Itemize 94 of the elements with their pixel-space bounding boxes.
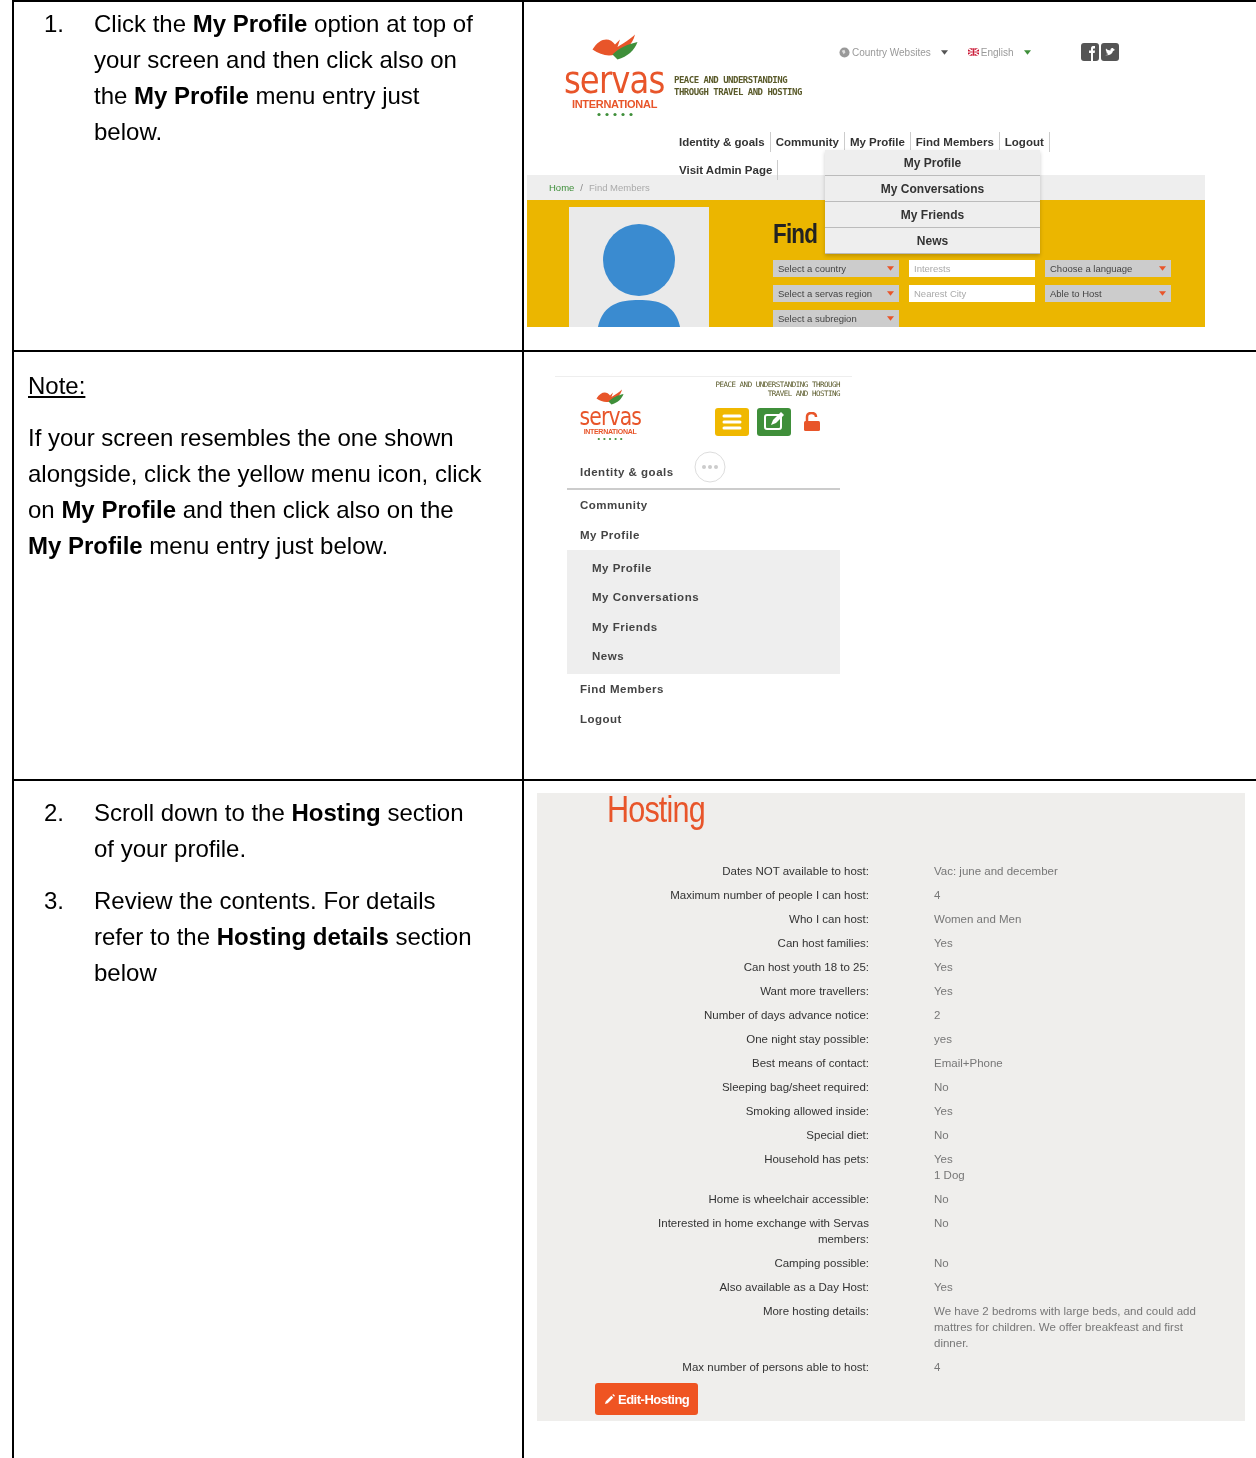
field-label: Dates NOT available to host:: [721, 864, 869, 879]
step-number: 1.: [44, 9, 65, 39]
caret-icon: [887, 266, 894, 271]
field-value: 4: [934, 888, 942, 903]
field-label: Camping possible:: [773, 1256, 869, 1271]
field-label: Who I can host:: [788, 912, 869, 927]
nav-link[interactable]: Identity & goals: [674, 132, 771, 152]
caret-icon[interactable]: [1023, 49, 1031, 55]
logo-subtitle: INTERNATIONAL: [571, 98, 658, 110]
text-field[interactable]: Nearest City: [909, 285, 1035, 302]
field-label: Number of days advance notice:: [703, 1008, 869, 1023]
dropdown-field[interactable]: Choose a language: [1045, 260, 1171, 277]
field-label: Best means of contact:: [751, 1056, 869, 1071]
field-value: Yes: [934, 960, 954, 975]
menu-item[interactable]: Identity & goals: [567, 466, 674, 478]
field-value: Vac: june and december: [934, 864, 1059, 879]
flag-icon: [967, 48, 979, 56]
caret-icon: [887, 316, 894, 321]
field-value: Yes: [934, 1280, 954, 1295]
edit-icon[interactable]: [757, 408, 791, 436]
field-label: Sleeping bag/sheet required:: [720, 1080, 869, 1095]
field-value: yes: [934, 1032, 953, 1047]
field-label: Want more travellers:: [759, 984, 869, 999]
field-value: 1 Dog: [934, 1168, 966, 1183]
section-title: Hosting: [607, 793, 706, 832]
submenu-item[interactable]: My Conversations: [567, 582, 840, 612]
page-heading: Find: [773, 218, 818, 251]
pencil-icon: [604, 1393, 615, 1405]
unlocked-padlock-icon[interactable]: [803, 412, 821, 432]
text-field[interactable]: Interests: [909, 260, 1035, 277]
logo-text: servas: [579, 406, 641, 428]
menu-item[interactable]: My Profile: [567, 529, 640, 541]
field-value: No: [934, 1128, 950, 1143]
field-value: No: [934, 1080, 950, 1095]
menu-item[interactable]: News: [825, 228, 1040, 254]
field-label: Special diet:: [805, 1128, 869, 1143]
field-label: More hosting details:: [761, 1304, 869, 1319]
step-number: 2.: [44, 798, 65, 828]
note-text: If your screen resembles the one shown alongside, click the yellow menu icon, click on My Profile and then click also on the My Profile menu entry just below.: [28, 423, 483, 561]
tagline: PEACE AND UNDERSTANDING THROUGH TRAVEL AND HOSTING: [674, 74, 803, 99]
submenu-item[interactable]: My Friends: [567, 612, 840, 642]
menu-item[interactable]: My Profile: [825, 150, 1040, 176]
caret-icon: [1159, 291, 1166, 296]
field-value: No: [934, 1192, 950, 1207]
field-value: Yes: [934, 936, 954, 951]
field-value: Yes: [934, 1152, 954, 1167]
field-label: Maximum number of people I can host:: [669, 888, 869, 903]
edit-hosting-button[interactable]: Edit-Hosting: [595, 1383, 699, 1415]
field-label: Interested in home exchange with Servas members:: [657, 1216, 869, 1247]
instruction-text: Click the My Profile option at top of your screen and then click also on the My Profile menu entry just below.: [94, 9, 474, 147]
field-value: Yes: [934, 1104, 954, 1119]
field-label: Can host families:: [776, 936, 869, 951]
menu-item[interactable]: Logout: [567, 713, 622, 725]
field-value: 2: [934, 1008, 942, 1023]
dropdown-field[interactable]: Select a subregion: [773, 310, 899, 327]
facebook-icon[interactable]: [1080, 43, 1099, 61]
menu-item[interactable]: My Conversations: [825, 176, 1040, 202]
field-value: 4: [934, 1360, 942, 1375]
field-label: One night stay possible:: [745, 1032, 869, 1047]
dropdown-field[interactable]: Able to Host: [1045, 285, 1171, 302]
submenu-item[interactable]: News: [567, 641, 840, 671]
field-label: Household has pets:: [763, 1152, 869, 1167]
note-heading: Note:: [28, 371, 87, 401]
field-value: We have 2 bedroms with large beds, and could add mattres for children. We offer breakfeast and first dinner.: [934, 1304, 1197, 1351]
menu-item[interactable]: Find Members: [567, 683, 664, 695]
field-label: Home is wheelchair accessible:: [707, 1192, 869, 1207]
breadcrumb-link[interactable]: Home: [549, 182, 575, 193]
caret-icon: [1159, 266, 1166, 271]
dots-icon: [596, 437, 624, 441]
field-label: Also available as a Day Host:: [718, 1280, 869, 1295]
caret-icon: [887, 291, 894, 296]
submenu-item[interactable]: My Profile: [567, 553, 840, 583]
field-value: Email+Phone: [934, 1056, 1004, 1071]
instruction-text: Scroll down to the Hosting section of your profile.: [94, 798, 465, 864]
menu-item[interactable]: Community: [567, 499, 648, 511]
field-label: Max number of persons able to host:: [681, 1360, 869, 1375]
field-value: No: [934, 1256, 950, 1271]
globe-icon: [839, 46, 850, 58]
field-label: Smoking allowed inside:: [744, 1104, 869, 1119]
field-value: Women and Men: [934, 912, 1023, 927]
step-number: 3.: [44, 886, 65, 916]
field-value: No: [934, 1216, 950, 1231]
field-value: Yes: [934, 984, 954, 999]
more-dots-icon[interactable]: [693, 451, 726, 483]
breadcrumb-separator: /: [580, 182, 583, 193]
menu-item[interactable]: My Friends: [825, 202, 1040, 228]
logo-text: servas: [564, 62, 665, 98]
dropdown-field[interactable]: Select a servas region: [773, 285, 899, 302]
caret-icon[interactable]: [940, 49, 948, 55]
dropdown-field[interactable]: Select a country: [773, 260, 899, 277]
instruction-text: Review the contents. For details refer to the Hosting details section below: [94, 886, 473, 988]
dots-icon: [594, 112, 635, 117]
field-label: Can host youth 18 to 25:: [742, 960, 869, 975]
twitter-icon[interactable]: [1100, 43, 1119, 61]
